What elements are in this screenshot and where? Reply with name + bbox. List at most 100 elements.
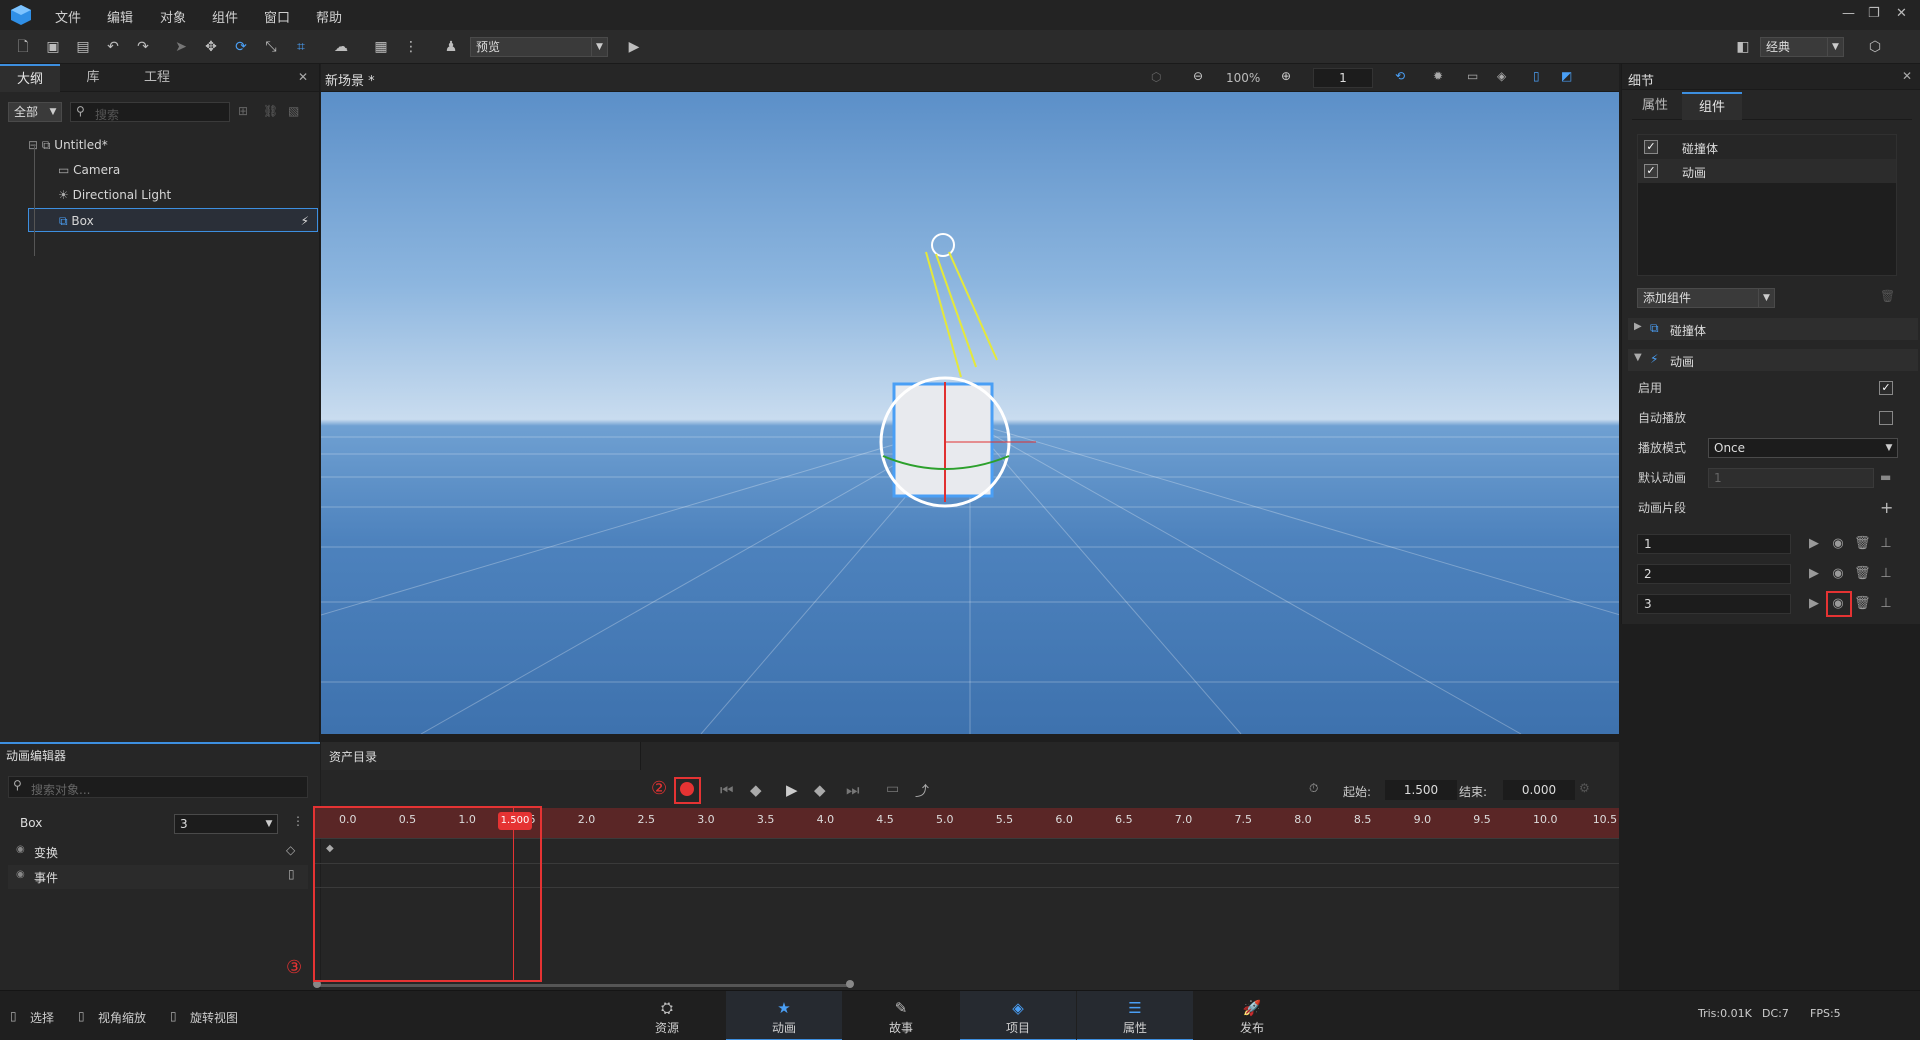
play-user-icon[interactable]: ♟: [442, 38, 460, 56]
tab-project[interactable]: 工程: [126, 64, 188, 92]
trash-icon[interactable]: 🗑: [1854, 596, 1871, 612]
folder-icon[interactable]: ▧: [288, 104, 299, 118]
new-file-icon[interactable]: 🗋: [14, 38, 32, 56]
play-clip-icon[interactable]: ▶: [1806, 536, 1822, 552]
settings-hex-icon[interactable]: ⬡: [1866, 38, 1884, 56]
link-icon[interactable]: ⛓: [263, 104, 278, 118]
close-icon[interactable]: ✕: [1896, 6, 1907, 21]
curve-icon[interactable]: ⤴: [915, 781, 929, 801]
section-animation[interactable]: ▼ ⚡ 动画: [1628, 349, 1918, 371]
tab-story[interactable]: ✎ 故事: [843, 991, 959, 1040]
camera-sync-icon[interactable]: ⟲: [1395, 69, 1405, 83]
asset-tab[interactable]: 资产目录: [321, 742, 641, 770]
next-key-icon[interactable]: ◆: [814, 781, 826, 799]
tab-project[interactable]: ◈ 项目: [960, 991, 1076, 1040]
tree-item-camera[interactable]: ▭ Camera: [58, 158, 316, 182]
grid-icon[interactable]: ▦: [372, 38, 390, 56]
add-node-icon[interactable]: ⊞: [238, 104, 248, 118]
scene-viewport[interactable]: [321, 92, 1619, 734]
shield-icon[interactable]: ⬡: [1151, 70, 1161, 84]
prev-key-icon[interactable]: ◆: [750, 781, 762, 799]
skip-start-icon[interactable]: ⏮: [720, 781, 734, 799]
tab-properties[interactable]: ☰ 属性: [1077, 991, 1193, 1040]
cloud-icon[interactable]: ☁: [332, 38, 350, 56]
track-row[interactable]: ◉ 事件 ▯: [8, 865, 308, 889]
eye-icon[interactable]: ◉: [16, 869, 25, 880]
undo-icon[interactable]: ↶: [104, 38, 122, 56]
clip-name-field[interactable]: 1: [1637, 534, 1791, 554]
filter-select[interactable]: 全部 ▼: [8, 102, 62, 122]
play-mode-select[interactable]: Once ▼: [1708, 438, 1898, 458]
transform-space-icon[interactable]: ⌗: [292, 38, 310, 56]
scroll-handle-right[interactable]: [846, 980, 854, 988]
clip-name-field[interactable]: 2: [1637, 564, 1791, 584]
tree-item-box[interactable]: ⧉ Box ⚡: [28, 208, 318, 232]
keyframe-icon[interactable]: ◇: [286, 843, 295, 857]
more-icon[interactable]: ⋮: [292, 814, 304, 828]
tree-item-scene[interactable]: ⊟ ⧉ Untitled*: [28, 133, 318, 157]
stamp-icon[interactable]: ⊥: [1878, 596, 1894, 612]
trash-icon[interactable]: 🗑: [1854, 536, 1871, 552]
close-icon[interactable]: ✕: [298, 70, 308, 84]
ortho-icon[interactable]: ▯: [1533, 69, 1540, 83]
menu-object[interactable]: 对象: [160, 7, 186, 26]
menu-help[interactable]: 帮助: [316, 7, 342, 26]
add-component-select[interactable]: 添加组件 ▼: [1637, 288, 1775, 308]
close-icon[interactable]: ✕: [1902, 69, 1912, 83]
loop-icon[interactable]: ▭: [886, 781, 899, 797]
trash-icon[interactable]: 🗑: [1854, 566, 1871, 582]
tree-item-light[interactable]: ☀ Directional Light: [58, 183, 316, 207]
zoom-in-icon[interactable]: ⊕: [1281, 69, 1291, 83]
redo-icon[interactable]: ↷: [134, 38, 152, 56]
eye-icon[interactable]: ◉: [16, 844, 25, 855]
select-tool-icon[interactable]: ➤: [172, 38, 190, 56]
tab-assets[interactable]: ⛭ 资源: [609, 991, 725, 1040]
gear-icon[interactable]: ✹: [1433, 69, 1443, 83]
checkbox-checked[interactable]: ✓: [1644, 164, 1658, 178]
preview-select[interactable]: 预览 ▼: [470, 37, 608, 57]
gear-icon[interactable]: ⚙: [1579, 781, 1590, 795]
start-time-field[interactable]: 1.500: [1385, 780, 1457, 800]
move-tool-icon[interactable]: ✥: [202, 38, 220, 56]
tab-library[interactable]: 库: [62, 64, 124, 92]
record-button[interactable]: [680, 782, 694, 796]
end-time-field[interactable]: 0.000: [1503, 780, 1575, 800]
tab-outline[interactable]: 大纲: [0, 64, 60, 92]
trash-icon[interactable]: 🗑: [1880, 289, 1895, 303]
menu-edit[interactable]: 编辑: [107, 7, 133, 26]
minimize-icon[interactable]: —: [1842, 6, 1855, 21]
timeline-scrollbar[interactable]: [317, 984, 851, 987]
layer-field[interactable]: 1: [1313, 68, 1373, 88]
video-icon[interactable]: ▭: [1467, 69, 1478, 83]
eye-icon[interactable]: ◉: [1830, 566, 1846, 582]
play-icon[interactable]: ▶: [786, 781, 798, 799]
list-item[interactable]: ✓ 动画: [1638, 159, 1896, 183]
stamp-icon[interactable]: ⊥: [1878, 566, 1894, 582]
default-anim-field[interactable]: 1: [1708, 468, 1874, 488]
checkbox-checked[interactable]: ✓: [1644, 140, 1658, 154]
tab-animation[interactable]: ★ 动画: [726, 991, 842, 1040]
menu-component[interactable]: 组件: [212, 7, 238, 26]
add-clip-icon[interactable]: +: [1880, 498, 1893, 517]
layout-icon[interactable]: ◧: [1734, 38, 1752, 56]
tab-publish[interactable]: 🚀 发布: [1194, 991, 1310, 1040]
skip-end-icon[interactable]: ⏭: [846, 781, 860, 799]
save-all-icon[interactable]: ▤: [74, 38, 92, 56]
menu-file[interactable]: 文件: [55, 7, 81, 26]
cube-icon[interactable]: ◈: [1497, 69, 1506, 83]
event-marker-icon[interactable]: ▯: [288, 867, 295, 881]
light-gizmo[interactable]: [925, 233, 998, 378]
tab-properties[interactable]: 属性: [1632, 92, 1678, 120]
track-row[interactable]: ◉ 变换 ◇: [8, 840, 308, 864]
layout-select[interactable]: 经典 ▼: [1760, 37, 1844, 57]
snap-grid-icon[interactable]: ⋮: [402, 38, 420, 56]
object-search-input[interactable]: ⚲ 搜索对象...: [8, 776, 308, 798]
list-item[interactable]: ✓ 碰撞体: [1638, 135, 1896, 159]
play-clip-icon[interactable]: ▶: [1806, 566, 1822, 582]
clip-select[interactable]: 3 ▼: [174, 814, 278, 834]
scale-tool-icon[interactable]: ⤡: [262, 38, 280, 56]
folder-icon[interactable]: ▬: [1880, 470, 1891, 484]
grid-view-icon[interactable]: ◩: [1561, 69, 1572, 83]
section-collider[interactable]: ▶ ⧉ 碰撞体: [1628, 318, 1918, 340]
play-clip-icon[interactable]: ▶: [1806, 596, 1822, 612]
